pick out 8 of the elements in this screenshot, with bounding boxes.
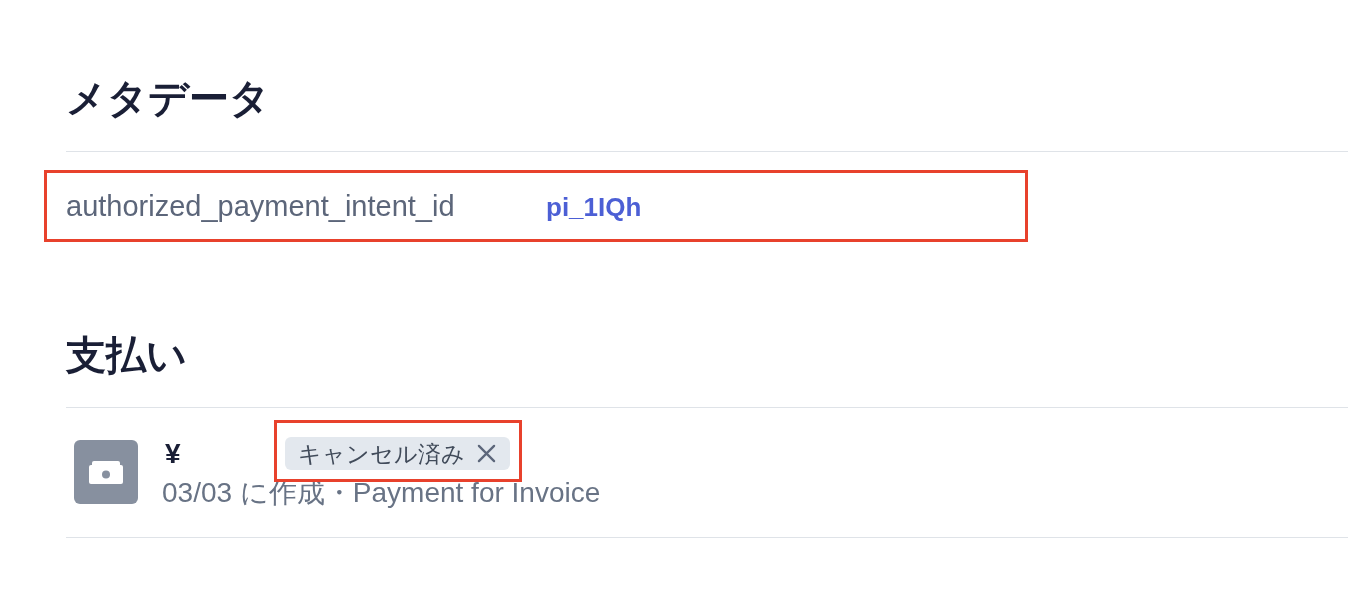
section-heading: メタデータ — [66, 76, 271, 120]
section-heading: 支払い — [66, 333, 188, 377]
status-label: キャンセル済み — [298, 439, 465, 468]
close-icon — [477, 444, 496, 463]
metadata-value-link[interactable]: pi_1IQh — [546, 187, 642, 227]
metadata-key: authorized_payment_intent_id — [66, 185, 546, 229]
payment-amount: ¥ — [165, 436, 182, 471]
banknote-icon — [74, 440, 138, 504]
